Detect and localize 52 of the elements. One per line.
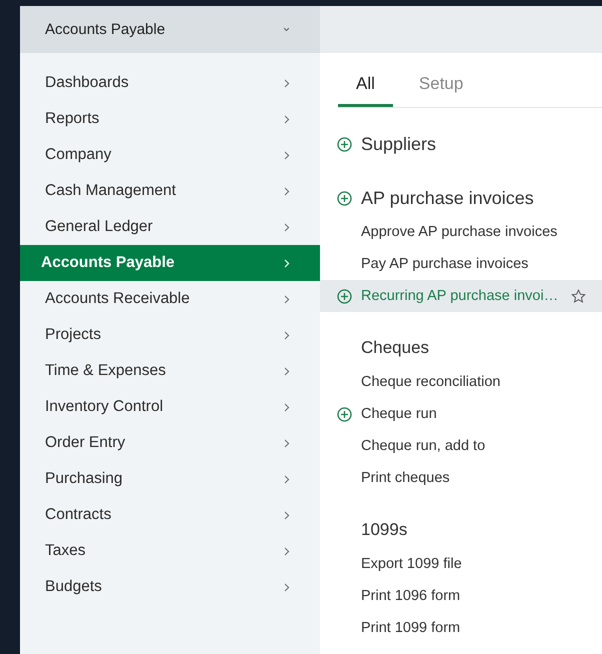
chevron-right-icon: [284, 546, 290, 556]
menu-item[interactable]: Taxes: [20, 533, 320, 569]
chevron-right-icon: [284, 186, 290, 196]
menu-link[interactable]: Approve AP purchase invoices: [361, 224, 558, 240]
menu-item[interactable]: General Ledger: [20, 209, 320, 245]
section-heading: Cheques: [361, 338, 430, 358]
menu-item[interactable]: Inventory Control: [20, 389, 320, 425]
menu-link[interactable]: Pay AP purchase invoices: [361, 256, 528, 272]
tab[interactable]: All: [338, 64, 393, 107]
add-icon[interactable]: [337, 136, 352, 152]
menu-item[interactable]: Purchasing: [20, 461, 320, 497]
chevron-right-icon: [284, 438, 290, 448]
menu-link[interactable]: Cheque reconciliation: [361, 374, 500, 390]
menu-item[interactable]: Projects: [20, 317, 320, 353]
tab[interactable]: Setup: [400, 64, 482, 107]
add-icon[interactable]: [337, 406, 352, 422]
menu-link[interactable]: Cheque run, add to: [361, 438, 486, 454]
menu-link[interactable]: Print cheques: [361, 470, 450, 486]
chevron-right-icon: [284, 366, 290, 376]
add-icon[interactable]: [337, 190, 352, 206]
menu-link[interactable]: Export 1099 file: [361, 556, 462, 572]
menu-item[interactable]: Reports: [20, 101, 320, 137]
chevron-right-icon: [284, 258, 290, 268]
chevron-right-icon: [284, 474, 290, 484]
menu-item[interactable]: Contracts: [20, 497, 320, 533]
menu-item[interactable]: Order Entry: [20, 425, 320, 461]
chevron-right-icon: [284, 114, 290, 124]
menu-item[interactable]: Cash Management: [20, 173, 320, 209]
add-icon[interactable]: [337, 288, 352, 304]
menu-item[interactable]: Accounts Receivable: [20, 281, 320, 317]
section-heading: Suppliers: [361, 134, 436, 154]
chevron-right-icon: [284, 150, 290, 160]
chevron-right-icon: [284, 582, 290, 592]
menu-item[interactable]: Budgets: [20, 569, 320, 605]
module-dropdown[interactable]: Accounts Payable ⌄: [20, 6, 320, 53]
menu-item[interactable]: Accounts Payable: [20, 245, 320, 281]
section-heading: 1099s: [361, 520, 408, 540]
menu-link[interactable]: Cheque run: [361, 406, 437, 422]
chevron-right-icon: [284, 402, 290, 412]
chevron-right-icon: [284, 330, 290, 340]
menu-item[interactable]: Dashboards: [20, 65, 320, 101]
chevron-right-icon: [284, 510, 290, 520]
menu-link[interactable]: Recurring AP purchase invoi…: [361, 288, 558, 304]
chevron-right-icon: [284, 294, 290, 304]
chevron-right-icon: [284, 222, 290, 232]
menu-link[interactable]: Print 1099 form: [361, 620, 460, 636]
star-icon[interactable]: [571, 288, 586, 304]
chevron-right-icon: [284, 78, 290, 88]
menu-link[interactable]: Print 1096 form: [361, 588, 460, 604]
menu-item[interactable]: Time & Expenses: [20, 353, 320, 389]
menu-item[interactable]: Company: [20, 137, 320, 173]
section-heading: AP purchase invoices: [361, 188, 534, 208]
